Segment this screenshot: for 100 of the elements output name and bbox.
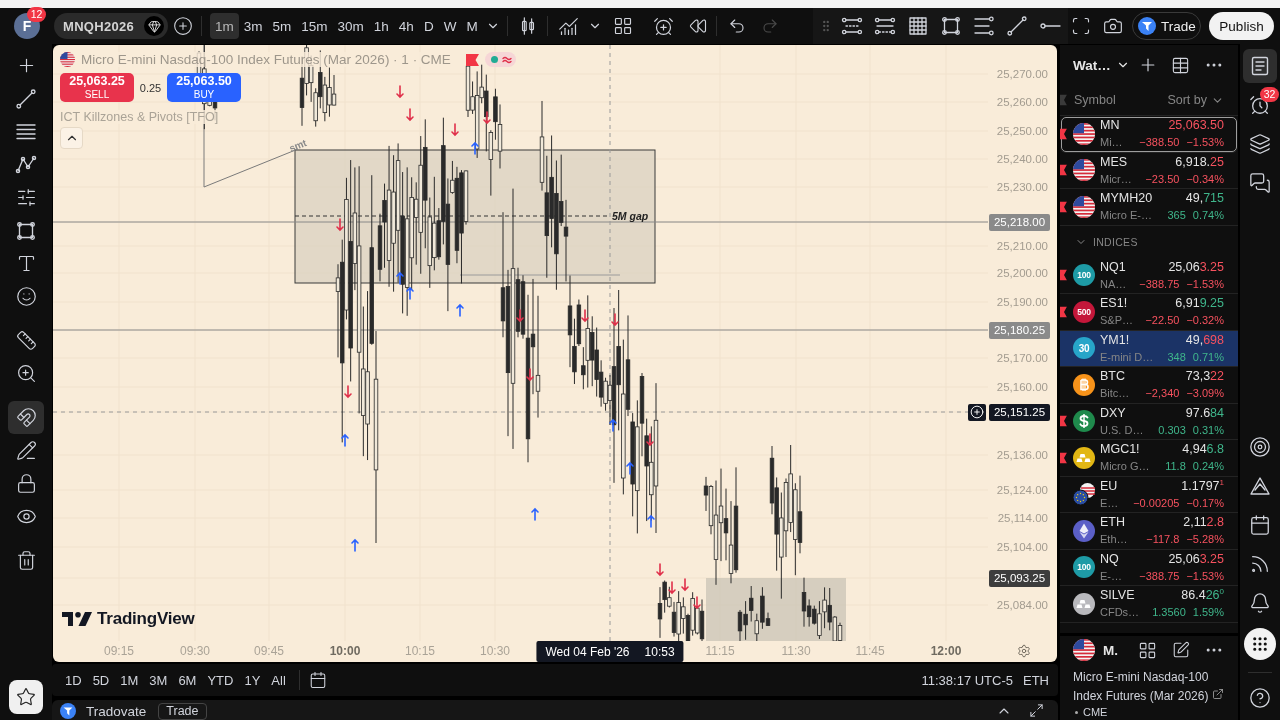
edit-icon[interactable] <box>1171 641 1190 659</box>
interval-button[interactable]: 5m <box>267 13 297 39</box>
tooltip-time: 10:53 <box>644 644 675 659</box>
publish-button[interactable]: Publish <box>1209 12 1274 40</box>
flag-icon <box>1060 94 1067 106</box>
symbol-name: ETH <box>1100 514 1126 532</box>
watchlist-row[interactable]: ETH 2,112.8 Eth… −117.8 −5.28% <box>1060 513 1238 550</box>
indicators-icon[interactable] <box>558 15 580 37</box>
undo-icon[interactable] <box>727 17 746 35</box>
calendar-icon[interactable] <box>308 671 327 689</box>
maximize-icon[interactable] <box>1028 703 1044 718</box>
ether-icon <box>1073 519 1095 542</box>
symbol-description: Micro E-… <box>1100 208 1153 224</box>
watchlist-row[interactable]: EU 1.1797$^{1}$ E… −0.00205 −0.17% <box>1060 476 1238 513</box>
watchlist-row[interactable]: 30 YM1! 49,698 E-mini D… 348 0.71% <box>1060 330 1238 367</box>
range-button[interactable]: 1Y <box>239 668 266 692</box>
sliders-icon <box>15 187 37 208</box>
channel-icon[interactable] <box>873 15 896 37</box>
session-text[interactable]: ETH <box>1023 672 1049 688</box>
price-label: 25,104.00 <box>996 540 1048 555</box>
broker-logo-icon <box>1138 17 1156 35</box>
interval-button[interactable]: 15m <box>296 13 333 39</box>
percent-change: −0.17% <box>1186 495 1224 511</box>
watchlist-row[interactable]: BTC 73,322 Bitc… −2,340 −3.09% <box>1060 367 1238 404</box>
camera-icon[interactable] <box>1103 16 1123 36</box>
column-header: Symbol <box>1074 93 1116 107</box>
trend-line-icon <box>15 87 37 110</box>
watchlist-row[interactable]: 500 ES1! 6,919.25 S&P… −22.50 −0.32% <box>1060 294 1238 331</box>
percent-change: −3.09% <box>1186 386 1224 402</box>
watchlist-row[interactable]: MGC1! 4,946.8 Micro G… 11.8 0.24% <box>1060 440 1238 477</box>
help-icon <box>1249 687 1271 709</box>
horizontal-lines-icon[interactable] <box>972 15 995 37</box>
interval-button[interactable]: 1m <box>210 13 239 39</box>
interval-button[interactable]: 3m <box>238 13 268 39</box>
symbol-name: BTC <box>1100 368 1126 386</box>
rectangle-icon[interactable] <box>939 15 962 37</box>
interval-button[interactable]: D <box>418 13 439 39</box>
price-tag: 25,180.25 <box>989 321 1050 339</box>
smile-icon <box>15 286 37 307</box>
symbol-name: MYMH20 <box>1100 190 1154 208</box>
watchlist-row[interactable]: 100 NQ1 25,063.25 NA… −388.75 −1.53% <box>1060 257 1238 294</box>
lock-icon <box>15 473 37 494</box>
price-label: 25,210.00 <box>996 239 1048 254</box>
layout-grid-icon[interactable] <box>612 16 633 36</box>
symbol-search-button[interactable]: MNQH2026 <box>54 13 168 39</box>
range-button[interactable]: All <box>266 668 291 692</box>
alerts-button[interactable]: 32 <box>1243 88 1277 122</box>
target-icon <box>1249 436 1271 458</box>
interval-button[interactable]: 30m <box>332 13 369 39</box>
symbol-name: DXY <box>1100 404 1127 422</box>
percent-change: 0.74% <box>1192 208 1224 224</box>
notification-badge: 12 <box>27 7 46 22</box>
grid-icon[interactable] <box>906 15 929 37</box>
symbol-name: NQ <box>1100 550 1120 568</box>
price-label: 25,260.00 <box>996 95 1048 110</box>
sort-button[interactable]: Sort by <box>1167 93 1224 107</box>
watchlist-row[interactable]: MYMH20 49,715 Micro E-… 365 0.74% <box>1060 189 1238 226</box>
range-button[interactable]: 1D <box>60 668 87 692</box>
us-flag-icon <box>1073 195 1095 218</box>
trade-button[interactable]: Trade <box>1132 12 1201 40</box>
interval-button[interactable]: 4h <box>393 13 419 39</box>
interval-button[interactable]: W <box>438 13 462 39</box>
trend-line-icon[interactable] <box>1005 15 1028 37</box>
clock-text: 11:38:17 UTC-5 <box>921 672 1013 688</box>
percent-change: 1.59% <box>1192 605 1224 621</box>
price-change: 11.8 <box>1165 459 1186 475</box>
watchlist-row[interactable]: 100 NQ 25,063.25 E-… −388.75 −1.53% <box>1060 549 1238 586</box>
watchlist-row[interactable]: DXY 97.684 U.S. D… 0.303 0.31% <box>1060 403 1238 440</box>
time-label: 09:15 <box>104 644 134 659</box>
favorites-button[interactable] <box>9 680 43 714</box>
range-button[interactable]: 6M <box>173 668 202 692</box>
interval-button[interactable]: M <box>461 13 483 39</box>
section-title[interactable]: INDICES <box>1093 235 1138 248</box>
watchlist-row[interactable]: MN 25,063.50 Mi… −388.50 −1.53% <box>1060 116 1238 153</box>
replay-icon[interactable] <box>688 17 707 35</box>
watchlist-button[interactable] <box>1243 49 1277 83</box>
range-button[interactable]: 5D <box>87 668 115 692</box>
last-price: 97.684 <box>1184 404 1224 422</box>
watchlist-row[interactable]: SILVE 86.426$^{0}$ CFDs… 1.3560 1.59% <box>1060 586 1238 623</box>
add-symbol-icon[interactable] <box>173 16 193 36</box>
layout-grid-icon[interactable] <box>1138 640 1157 660</box>
percent-change: 0.24% <box>1192 459 1224 475</box>
parallel-lines-icon[interactable] <box>840 15 863 37</box>
external-link-icon[interactable] <box>1211 688 1224 700</box>
interval-button[interactable]: 1h <box>368 13 394 39</box>
magnet-tool[interactable] <box>8 401 44 434</box>
range-button[interactable]: 1M <box>115 668 144 692</box>
fullscreen-icon[interactable] <box>1071 16 1091 36</box>
watchlist-row[interactable]: MES 6,918.25 Micr… −23.50 −0.34% <box>1060 152 1238 189</box>
percent-change: 0.31% <box>1192 422 1224 438</box>
table-icon[interactable] <box>1171 55 1190 75</box>
alarm-clock-icon[interactable] <box>653 15 675 37</box>
settings-icon[interactable] <box>1017 644 1031 658</box>
range-button[interactable]: 3M <box>144 668 173 692</box>
broker-name: Tradovate <box>86 703 147 720</box>
us-flag-icon <box>1073 639 1095 661</box>
percent-change: −5.28% <box>1186 532 1224 548</box>
trade-button[interactable]: Trade <box>158 703 207 720</box>
watchlist-menu-button[interactable]: Wat… <box>1073 57 1130 73</box>
range-button[interactable]: YTD <box>202 668 239 692</box>
